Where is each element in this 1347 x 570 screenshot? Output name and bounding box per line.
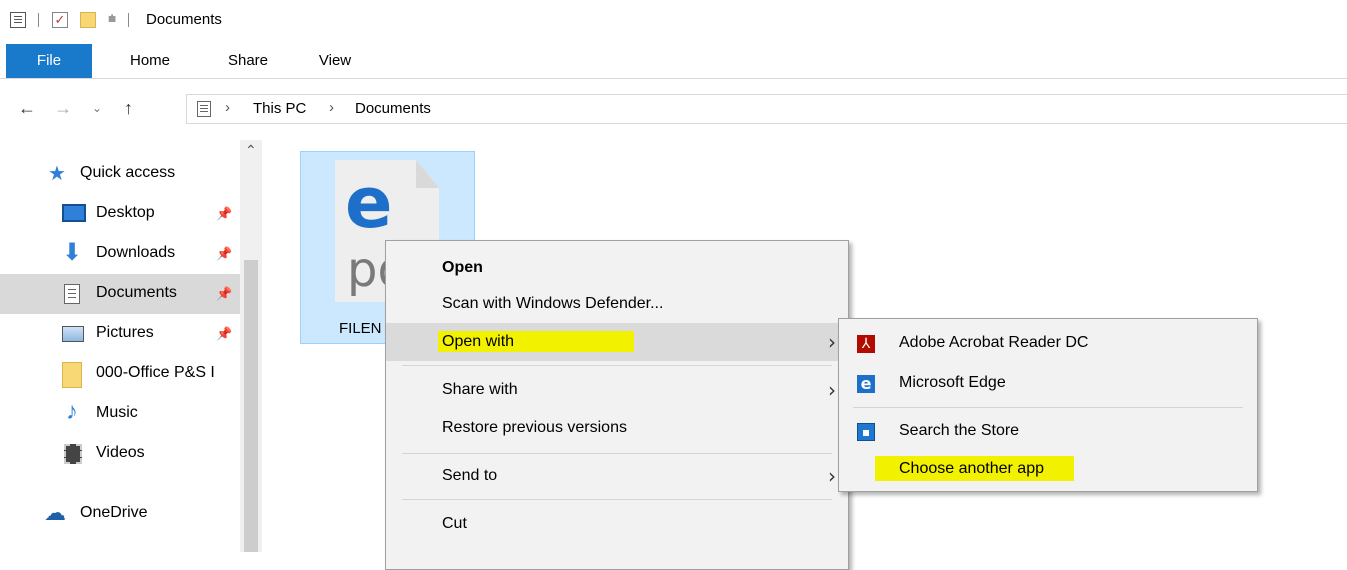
submenu-arrow-icon: › bbox=[828, 330, 836, 354]
nav-item-pictures[interactable]: Pictures 📌 bbox=[0, 314, 240, 354]
nav-item-documents[interactable]: Documents 📌 bbox=[0, 274, 240, 314]
customize-toolbar-icon[interactable]: ⩧ bbox=[108, 10, 116, 27]
tab-file[interactable]: File bbox=[6, 44, 92, 78]
title-separator bbox=[128, 13, 129, 27]
pin-icon[interactable]: 📌 bbox=[216, 246, 232, 262]
up-arrow-icon[interactable]: ↑ bbox=[124, 98, 133, 119]
menu-item-cut[interactable]: Cut bbox=[386, 505, 848, 543]
star-icon: ★ bbox=[48, 163, 66, 185]
nav-item-quick-access[interactable]: ★ Quick access bbox=[0, 154, 240, 194]
breadcrumb-this-pc[interactable]: This PC bbox=[253, 100, 306, 117]
edge-icon: e bbox=[857, 375, 875, 393]
window-title: Documents bbox=[146, 11, 222, 28]
menu-item-share-with[interactable]: Share with › bbox=[386, 371, 848, 409]
acrobat-icon: ⅄ bbox=[857, 335, 875, 353]
film-icon bbox=[64, 444, 82, 464]
submenu-item-acrobat[interactable]: ⅄ Adobe Acrobat Reader DC bbox=[839, 323, 1257, 363]
choose-another-app-label: Choose another app bbox=[875, 456, 1074, 481]
menu-separator bbox=[402, 499, 832, 500]
nav-item-music[interactable]: ♪ Music bbox=[0, 394, 240, 434]
context-menu: Open Scan with Windows Defender... Open … bbox=[385, 240, 849, 570]
navigation-bar: ← → ⌄ ↑ › This PC › Documents bbox=[0, 88, 1347, 130]
menu-separator bbox=[402, 365, 832, 366]
open-with-submenu: ⅄ Adobe Acrobat Reader DC e Microsoft Ed… bbox=[838, 318, 1258, 492]
ribbon-tabs: File Home Share View bbox=[0, 44, 1347, 78]
menu-separator bbox=[402, 453, 832, 454]
download-arrow-icon: ⬇ bbox=[62, 239, 83, 266]
nav-item-videos[interactable]: Videos bbox=[0, 434, 240, 474]
menu-item-open-with[interactable]: Open with › bbox=[386, 323, 848, 361]
nav-item-downloads[interactable]: ⬇ Downloads 📌 bbox=[0, 234, 240, 274]
title-bar: ✓ ⩧ Documents bbox=[0, 0, 1347, 40]
tab-home[interactable]: Home bbox=[110, 44, 190, 78]
open-with-label: Open with bbox=[438, 331, 635, 352]
scrollbar-thumb[interactable] bbox=[244, 260, 258, 552]
checkbox-icon[interactable]: ✓ bbox=[52, 12, 68, 28]
breadcrumb-documents[interactable]: Documents bbox=[355, 100, 431, 117]
menu-item-scan[interactable]: Scan with Windows Defender... bbox=[386, 285, 848, 323]
submenu-separator bbox=[853, 407, 1243, 408]
pin-icon[interactable]: 📌 bbox=[216, 206, 232, 222]
back-arrow-icon[interactable]: ← bbox=[18, 98, 36, 119]
menu-item-restore[interactable]: Restore previous versions bbox=[386, 409, 848, 447]
submenu-item-edge[interactable]: e Microsoft Edge bbox=[839, 363, 1257, 403]
breadcrumb-separator-icon[interactable]: › bbox=[225, 99, 230, 116]
cloud-icon: ☁ bbox=[44, 500, 66, 525]
quick-access-separator bbox=[38, 13, 39, 27]
properties-icon[interactable] bbox=[10, 12, 26, 28]
music-note-icon: ♪ bbox=[66, 398, 78, 425]
nav-pane-scrollbar[interactable]: ⌃ bbox=[240, 140, 262, 552]
navigation-pane: ★ Quick access Desktop 📌 ⬇ Downloads 📌 D… bbox=[0, 140, 240, 552]
desktop-icon bbox=[62, 204, 86, 222]
scroll-up-chevron-icon[interactable]: ⌃ bbox=[245, 142, 257, 159]
tab-view[interactable]: View bbox=[300, 44, 370, 78]
nav-item-desktop[interactable]: Desktop 📌 bbox=[0, 194, 240, 234]
submenu-item-choose-another-app[interactable]: Choose another app bbox=[839, 449, 1257, 489]
ribbon-divider bbox=[0, 78, 1347, 79]
file-name: FILEN bbox=[339, 320, 382, 337]
nav-item-onedrive[interactable]: ☁ OneDrive bbox=[0, 494, 240, 534]
recent-locations-chevron-icon[interactable]: ⌄ bbox=[92, 101, 102, 115]
documents-location-icon bbox=[197, 101, 211, 117]
menu-item-send-to[interactable]: Send to › bbox=[386, 457, 848, 495]
new-folder-icon[interactable] bbox=[80, 12, 96, 28]
edge-logo-icon: e bbox=[345, 162, 393, 244]
tab-share[interactable]: Share bbox=[208, 44, 288, 78]
submenu-arrow-icon: › bbox=[828, 464, 836, 488]
submenu-item-store[interactable]: Search the Store bbox=[839, 411, 1257, 451]
pin-icon[interactable]: 📌 bbox=[216, 286, 232, 302]
menu-item-open[interactable]: Open bbox=[386, 249, 848, 287]
store-icon bbox=[857, 423, 875, 441]
documents-icon bbox=[64, 284, 80, 304]
pin-icon[interactable]: 📌 bbox=[216, 326, 232, 342]
folder-icon bbox=[62, 362, 82, 388]
address-bar[interactable]: › This PC › Documents bbox=[186, 94, 1347, 124]
submenu-arrow-icon: › bbox=[828, 378, 836, 402]
breadcrumb-separator-icon[interactable]: › bbox=[329, 99, 334, 116]
nav-item-office-folder[interactable]: 000-Office P&S I bbox=[0, 354, 240, 394]
pictures-icon bbox=[62, 326, 84, 342]
forward-arrow-icon[interactable]: → bbox=[54, 98, 72, 119]
